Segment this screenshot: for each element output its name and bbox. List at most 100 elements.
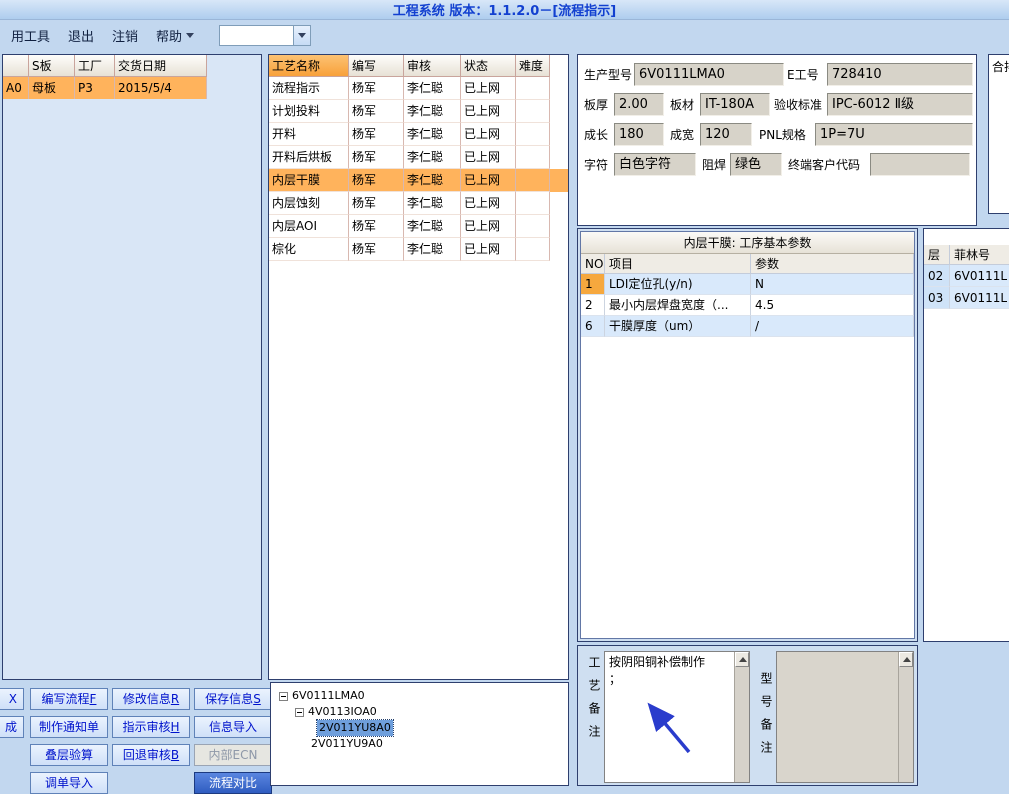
order-import-button[interactable]: 调单导入	[30, 772, 108, 794]
process-col-writer[interactable]: 编写	[349, 55, 404, 77]
process-row[interactable]: 计划投料 杨军 李仁聪 已上网	[269, 100, 568, 123]
process-cell-auditor: 李仁聪	[404, 123, 461, 146]
eno-field[interactable]: 728410	[827, 63, 973, 86]
modify-info-button[interactable]: 修改信息R	[112, 688, 190, 710]
tree-node-label: 2V011YU9A0	[311, 737, 383, 750]
board-col-factory[interactable]: 工厂	[75, 55, 115, 77]
param-col-value[interactable]: 参数	[751, 254, 914, 274]
cut-button-cheng[interactable]: 成	[0, 716, 24, 738]
process-remark-label: 工艺备注	[587, 656, 601, 748]
process-col-auditor[interactable]: 审核	[404, 55, 461, 77]
film-col-film[interactable]: 菲林号	[950, 245, 1009, 265]
internal-ecn-button[interactable]: 内部ECN	[194, 744, 272, 766]
param-row[interactable]: 1 LDI定位孔(y/n) N	[581, 274, 914, 295]
tree-node-selected[interactable]: 2V011YU8A0	[316, 719, 394, 737]
process-row[interactable]: 棕化 杨军 李仁聪 已上网	[269, 238, 568, 261]
tree-collapse-icon[interactable]	[279, 691, 288, 701]
process-col-status[interactable]: 状态	[461, 55, 516, 77]
soldermask-label: 阻焊	[702, 158, 727, 172]
board-table-header: S板 工厂 交货日期	[3, 55, 261, 77]
tree-node-child[interactable]: 2V011YU9A0	[311, 736, 383, 752]
process-cell-auditor: 李仁聪	[404, 146, 461, 169]
length-field[interactable]: 180	[614, 123, 664, 146]
tree-node-root[interactable]: 6V0111LMA0	[279, 688, 365, 704]
pnl-field[interactable]: 1P=7U	[815, 123, 973, 146]
menu-item-exit[interactable]: 退出	[59, 23, 103, 48]
material-field[interactable]: IT-180A	[700, 93, 770, 116]
param-col-item[interactable]: 项目	[605, 254, 751, 274]
board-col-sboard[interactable]: S板	[29, 55, 75, 77]
thickness-field[interactable]: 2.00	[614, 93, 664, 116]
silkscreen-field[interactable]: 白色字符	[614, 153, 696, 176]
process-cell-difficulty	[516, 77, 550, 100]
scroll-up-button[interactable]	[899, 652, 913, 667]
cut-button-x[interactable]: X	[0, 688, 24, 710]
width-field[interactable]: 120	[700, 123, 752, 146]
thickness-label: 板厚	[584, 98, 609, 112]
process-row-selected[interactable]: 内层干膜 杨军 李仁聪 已上网	[269, 169, 568, 192]
process-cell-difficulty	[516, 238, 550, 261]
process-cell-writer: 杨军	[349, 123, 404, 146]
process-cell-auditor: 李仁聪	[404, 238, 461, 261]
process-remark-scrollbar[interactable]	[734, 652, 749, 782]
param-row[interactable]: 6 干膜厚度（um） /	[581, 316, 914, 337]
process-col-name[interactable]: 工艺名称	[269, 55, 349, 77]
process-cell-auditor: 李仁聪	[404, 192, 461, 215]
flow-compare-button[interactable]: 流程对比	[194, 772, 272, 794]
menu-item-tools[interactable]: 用工具	[2, 23, 59, 48]
process-row[interactable]: 开料后烘板 杨军 李仁聪 已上网	[269, 146, 568, 169]
param-col-no[interactable]: NO	[581, 254, 605, 274]
rollback-audit-button[interactable]: 回退审核B	[112, 744, 190, 766]
process-cell-name: 内层AOI	[269, 215, 349, 238]
process-row[interactable]: 内层AOI 杨军 李仁聪 已上网	[269, 215, 568, 238]
tree-node-child[interactable]: 4V0113IOA0	[295, 704, 377, 720]
standard-field[interactable]: IPC-6012 Ⅱ级	[827, 93, 973, 116]
process-remark-textarea[interactable]: 按阴阳铜补偿制作 ；	[604, 651, 750, 783]
process-row[interactable]: 开料 杨军 李仁聪 已上网	[269, 123, 568, 146]
process-row[interactable]: 流程指示 杨军 李仁聪 已上网	[269, 77, 568, 100]
scroll-up-button[interactable]	[735, 652, 749, 667]
film-row[interactable]: 02 6V0111L	[924, 265, 1009, 287]
process-cell-writer: 杨军	[349, 169, 404, 192]
client-code-field[interactable]	[870, 153, 970, 176]
board-table-panel: S板 工厂 交货日期 A0 母板 P3 2015/5/4	[2, 54, 262, 680]
board-col-delivery[interactable]: 交货日期	[115, 55, 207, 77]
film-col-layer[interactable]: 层	[924, 245, 950, 265]
menu-combobox[interactable]	[219, 25, 312, 46]
triangle-up-icon	[903, 657, 911, 662]
stackup-check-button[interactable]: 叠层验算	[30, 744, 108, 766]
action-button-panel: X 编写流程F 修改信息R 保存信息S 成 制作通知单 指示审核H 信息导入 叠…	[0, 682, 272, 794]
param-row[interactable]: 2 最小内层焊盘宽度（... 4.5	[581, 295, 914, 316]
save-info-button[interactable]: 保存信息S	[194, 688, 272, 710]
process-cell-status: 已上网	[461, 100, 516, 123]
param-cell-no: 2	[581, 295, 605, 316]
film-row[interactable]: 03 6V0111L	[924, 287, 1009, 309]
board-col-cut[interactable]	[3, 55, 29, 77]
model-field[interactable]: 6V0111LMA0	[634, 63, 784, 86]
param-cell-no: 6	[581, 316, 605, 337]
menu-item-help[interactable]: 帮助	[147, 23, 203, 48]
combobox-dropdown-button[interactable]	[293, 26, 311, 45]
instruction-audit-button[interactable]: 指示审核H	[112, 716, 190, 738]
process-cell-status: 已上网	[461, 215, 516, 238]
board-table-row[interactable]: A0 母板 P3 2015/5/4	[3, 77, 207, 99]
tree-node-label: 2V011YU8A0	[316, 719, 394, 737]
soldermask-field[interactable]: 绿色	[730, 153, 782, 176]
process-col-difficulty[interactable]: 难度	[516, 55, 550, 77]
make-notice-button[interactable]: 制作通知单	[30, 716, 108, 738]
process-row[interactable]: 内层蚀刻 杨军 李仁聪 已上网	[269, 192, 568, 215]
model-remark-textarea[interactable]	[776, 651, 914, 783]
process-remark-text: 按阴阳铜补偿制作 ；	[609, 655, 706, 686]
film-cell-layer: 02	[924, 265, 950, 287]
board-cell-sboard: 母板	[29, 77, 75, 99]
info-import-button[interactable]: 信息导入	[194, 716, 272, 738]
menu-item-logout[interactable]: 注销	[103, 23, 147, 48]
tree-collapse-icon[interactable]	[295, 707, 304, 717]
model-remark-text	[781, 654, 895, 780]
write-flow-button[interactable]: 编写流程F	[30, 688, 108, 710]
process-cell-status: 已上网	[461, 146, 516, 169]
model-remark-scrollbar[interactable]	[898, 652, 913, 782]
process-cell-writer: 杨军	[349, 146, 404, 169]
film-cell-film: 6V0111L	[950, 287, 1009, 309]
param-cell-item: 最小内层焊盘宽度（...	[605, 295, 751, 316]
